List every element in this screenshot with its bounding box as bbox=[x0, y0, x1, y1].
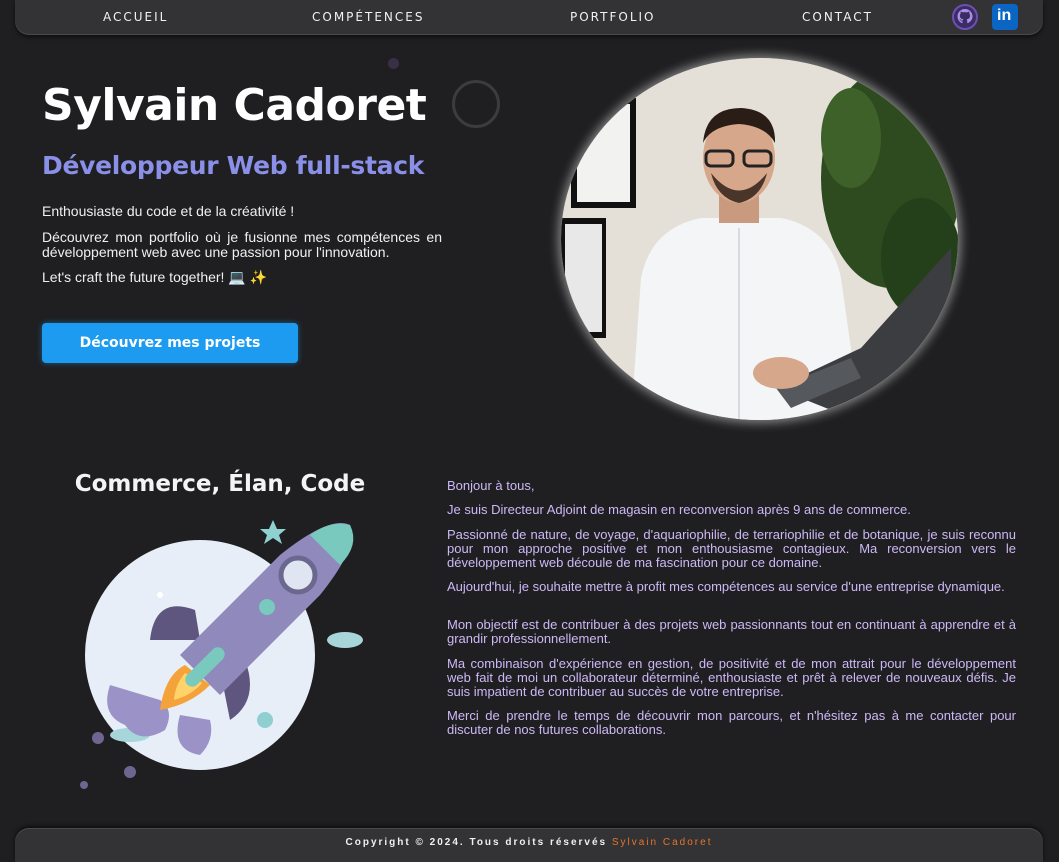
rocket-illustration bbox=[70, 515, 370, 795]
hero-intro-3: Let's craft the future together! 💻 ✨ bbox=[42, 269, 268, 285]
nav-link-contact[interactable]: CONTACT bbox=[802, 10, 873, 24]
about-paragraph-2: Je suis Directeur Adjoint de magasin en … bbox=[447, 502, 911, 517]
about-paragraph-6: Ma combinaison d'expérience en gestion, … bbox=[447, 656, 1016, 699]
top-navbar: ACCUEIL COMPÉTENCES PORTFOLIO CONTACT in bbox=[15, 0, 1043, 35]
footer-author: Sylvain Cadoret bbox=[611, 837, 713, 848]
about-paragraph-5: Mon objectif est de contribuer à des pro… bbox=[447, 617, 1016, 646]
discover-projects-button[interactable]: Découvrez mes projets bbox=[42, 323, 298, 363]
profile-photo bbox=[561, 58, 958, 420]
hero-intro-2: Découvrez mon portfolio où je fusionne m… bbox=[42, 229, 442, 260]
github-icon[interactable] bbox=[952, 4, 978, 30]
decorative-dot bbox=[388, 58, 399, 69]
about-paragraph-4: Aujourd'hui, je souhaite mettre à profit… bbox=[447, 579, 1005, 594]
nav-link-accueil[interactable]: ACCUEIL bbox=[103, 10, 168, 24]
about-paragraph-7: Merci de prendre le temps de découvrir m… bbox=[447, 708, 1016, 737]
about-paragraph-1: Bonjour à tous, bbox=[447, 478, 535, 493]
about-subtitle: Commerce, Élan, Code bbox=[74, 471, 366, 497]
decorative-ring bbox=[452, 80, 500, 128]
footer-copyright: Copyright © 2024. Tous droits réservés bbox=[345, 837, 608, 848]
footer: Copyright © 2024. Tous droits réservés S… bbox=[15, 828, 1043, 862]
hero-name: Sylvain Cadoret bbox=[42, 80, 427, 131]
about-paragraph-3: Passionné de nature, de voyage, d'aquari… bbox=[447, 527, 1016, 570]
nav-link-portfolio[interactable]: PORTFOLIO bbox=[570, 10, 656, 24]
linkedin-icon-text: in bbox=[997, 7, 1012, 24]
nav-link-competences[interactable]: COMPÉTENCES bbox=[312, 10, 424, 24]
linkedin-icon[interactable]: in bbox=[992, 4, 1018, 30]
hero-role: Développeur Web full-stack bbox=[42, 151, 425, 180]
hero-intro-1: Enthousiaste du code et de la créativité… bbox=[42, 203, 295, 219]
